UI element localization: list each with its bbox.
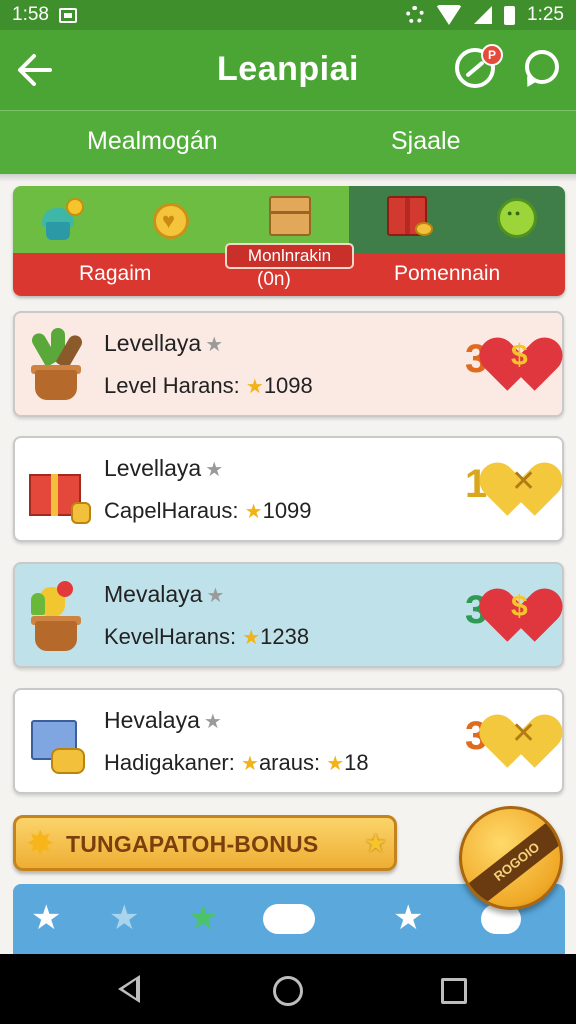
nav-home-icon[interactable]: [273, 976, 303, 1006]
wifi-icon: [436, 5, 463, 25]
tab-mealmogan[interactable]: Mealmogán: [87, 127, 218, 156]
gold-star-icon: ★: [245, 376, 264, 398]
nav-back-icon[interactable]: [118, 975, 140, 1003]
category-panel: Ragaim Monlnrakin (0n) Pomennain: [13, 186, 565, 296]
floating-coin-button[interactable]: ROGOIO: [459, 806, 563, 910]
category-center-sub: (0n): [257, 269, 291, 290]
item-detail-value: 1099: [262, 498, 312, 523]
list-item[interactable]: Levellaya ★ Level Harans: ★1098 3 $: [13, 311, 571, 417]
heart-symbol: ✕: [511, 717, 537, 750]
gear-icon: [406, 6, 425, 24]
gift-coins-icon: [27, 456, 91, 524]
status-time-left: 1:58: [12, 4, 49, 25]
sun-icon: ✸: [26, 825, 55, 863]
nav-recent-apps-icon[interactable]: [441, 978, 467, 1004]
coin-box-icon: [29, 708, 91, 774]
heart-symbol: $: [511, 339, 528, 372]
signal-icon: [474, 6, 493, 24]
bonus-label: TUNGAPATOH-BONUS: [66, 831, 319, 857]
heart-symbol: ✕: [511, 465, 537, 498]
item-detail-label: Hadigakaner:: [104, 750, 235, 775]
star-icon: ★: [364, 828, 388, 858]
navigation-bar: [0, 954, 576, 1024]
item-name: Hevalaya: [104, 707, 200, 733]
tab-bar: Mealmogán Sjaale: [0, 110, 576, 174]
item-detail-label: Level Harans:: [104, 373, 240, 398]
dollar-heart-icon[interactable]: $: [471, 580, 571, 642]
screen: 1:58 1:25 Leanpiai P Mealmogán Sjaale ♥ …: [0, 0, 576, 1024]
heart-coin-icon[interactable]: [153, 203, 189, 239]
item-detail-label: KevelHarans:: [104, 624, 237, 649]
star-icon[interactable]: ★: [205, 457, 223, 482]
ball-icon[interactable]: [497, 198, 537, 238]
tab-sjaale[interactable]: Sjaale: [391, 127, 461, 156]
item-name: Mevalaya: [104, 581, 203, 607]
x-heart-icon[interactable]: ✕: [471, 706, 571, 768]
gold-star-icon: ★: [244, 501, 263, 523]
battery-icon: [504, 5, 516, 25]
status-bar: 1:58 1:25: [0, 0, 576, 30]
star-icon[interactable]: ★: [206, 583, 224, 608]
potted-plant-icon: [29, 328, 85, 400]
item-name: Levellaya: [104, 330, 202, 356]
heart-symbol: $: [511, 590, 528, 623]
crate-icon[interactable]: [269, 196, 311, 236]
star-icon[interactable]: ★: [205, 332, 223, 357]
cupcake-icon[interactable]: [40, 198, 84, 240]
item-detail-value: 1238: [260, 624, 310, 649]
bonus-button[interactable]: ✸ TUNGAPATOH-BONUS ★: [13, 815, 397, 871]
fruit-pot-icon: [29, 579, 83, 651]
list-item[interactable]: Hevalaya ★ Hadigakaner: ★araus: ★18 3 ✕: [13, 688, 571, 794]
star-icon[interactable]: ★: [204, 709, 222, 734]
category-label-ragaim[interactable]: Ragaim: [79, 262, 151, 286]
gold-star-icon: ★: [326, 753, 345, 775]
item-detail-mid: araus:: [258, 750, 321, 775]
list-item[interactable]: Levellaya ★ CapelHaraus: ★1099 1 ✕: [13, 436, 571, 542]
gold-star-icon: ★: [242, 627, 261, 649]
star-icon[interactable]: ★: [188, 898, 218, 938]
cloud-icon: [263, 904, 315, 934]
category-label-center[interactable]: Monlnrakin: [225, 243, 354, 269]
category-label-pomennain[interactable]: Pomennain: [394, 262, 500, 286]
notification-badge: P: [481, 44, 503, 66]
chat-icon[interactable]: [525, 50, 559, 84]
status-time-right: 1:25: [527, 4, 564, 25]
gold-star-icon: ★: [241, 753, 259, 775]
list-item[interactable]: Mevalaya ★ KevelHarans: ★1238 3 $: [13, 562, 571, 668]
star-icon[interactable]: ★: [109, 898, 139, 938]
item-name: Levellaya: [104, 455, 202, 481]
star-icon[interactable]: ★: [393, 898, 423, 938]
x-heart-icon[interactable]: ✕: [471, 454, 571, 516]
star-icon[interactable]: ★: [31, 898, 61, 938]
item-detail-label: CapelHaraus:: [104, 498, 239, 523]
item-detail-value: 1098: [263, 373, 313, 398]
item-detail-value: 18: [344, 750, 369, 775]
image-icon: [58, 7, 77, 23]
dollar-heart-icon[interactable]: $: [471, 329, 571, 391]
coin-stack-icon: [415, 222, 433, 236]
tabs-shadow: [0, 174, 576, 182]
